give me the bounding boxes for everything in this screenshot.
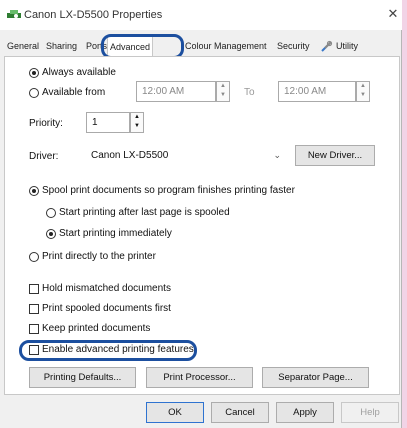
help-button[interactable]: Help (341, 402, 399, 423)
printer-app-icon (7, 10, 21, 18)
available-from-label: Available from (42, 87, 106, 98)
tab-utility-label: Utility (336, 41, 358, 51)
priority-field[interactable]: 1 (86, 112, 130, 133)
spooled-first-checkbox[interactable] (29, 304, 39, 314)
spooled-first-label: Print spooled documents first (42, 303, 171, 314)
print-processor-button[interactable]: Print Processor... (146, 367, 253, 388)
tab-security[interactable]: Security (275, 38, 312, 55)
chevron-down-icon: ⌄ (273, 150, 281, 160)
start-immediately-label: Start printing immediately (59, 228, 172, 239)
tab-strip: General Sharing Ports Advanced Colour Ma… (0, 36, 402, 57)
hold-mismatched-label: Hold mismatched documents (42, 283, 171, 294)
print-directly-label: Print directly to the printer (42, 251, 156, 262)
always-available-label: Always available (42, 67, 116, 78)
properties-dialog: Canon LX-D5500 Properties ✕ General Shar… (0, 0, 402, 428)
driver-label: Driver: (29, 151, 59, 162)
keep-printed-label: Keep printed documents (42, 323, 151, 334)
ok-button[interactable]: OK (146, 402, 204, 423)
cancel-button[interactable]: Cancel (211, 402, 269, 423)
from-time-spinner[interactable]: ▲ ▼ (216, 81, 230, 102)
to-time-field[interactable]: 12:00 AM (278, 81, 356, 102)
to-label: To (244, 87, 255, 98)
wrench-screwdriver-icon (321, 40, 333, 52)
keep-printed-checkbox[interactable] (29, 324, 39, 334)
start-after-last-page-label: Start printing after last page is spoole… (59, 207, 230, 218)
print-directly-radio[interactable] (29, 252, 39, 262)
hold-mismatched-checkbox[interactable] (29, 284, 39, 294)
start-immediately-radio[interactable] (46, 229, 56, 239)
advanced-features-highlight (19, 340, 197, 361)
new-driver-button[interactable]: New Driver... (295, 145, 375, 166)
tab-sharing[interactable]: Sharing (44, 38, 79, 55)
spool-radio[interactable] (29, 186, 39, 196)
driver-select-value: Canon LX-D5500 (91, 150, 169, 161)
close-icon[interactable]: ✕ (386, 7, 400, 21)
spool-label: Spool print documents so program finishe… (42, 185, 295, 196)
always-available-radio[interactable] (29, 68, 39, 78)
apply-button[interactable]: Apply (276, 402, 334, 423)
window-title: Canon LX-D5500 Properties (24, 9, 163, 21)
from-time-field[interactable]: 12:00 AM (136, 81, 216, 102)
start-after-last-page-radio[interactable] (46, 208, 56, 218)
tab-general[interactable]: General (5, 38, 41, 55)
driver-select[interactable]: Canon LX-D5500 ⌄ (86, 145, 288, 166)
tab-colour-management[interactable]: Colour Management (183, 38, 269, 55)
priority-label: Priority: (29, 118, 63, 129)
separator-page-button[interactable]: Separator Page... (262, 367, 369, 388)
title-bar: Canon LX-D5500 Properties ✕ (0, 0, 402, 30)
printing-defaults-button[interactable]: Printing Defaults... (29, 367, 136, 388)
to-time-spinner[interactable]: ▲ ▼ (356, 81, 370, 102)
priority-spinner[interactable]: ▲ ▼ (130, 112, 144, 133)
available-from-radio[interactable] (29, 88, 39, 98)
tab-utility[interactable]: Utility (318, 38, 360, 55)
